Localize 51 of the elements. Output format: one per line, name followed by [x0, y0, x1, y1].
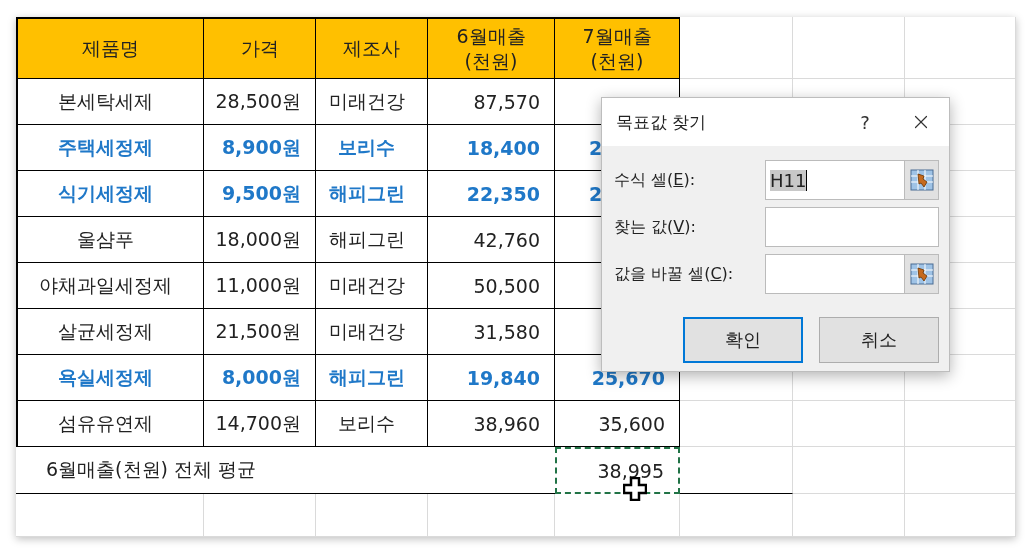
range-picker-button[interactable] [904, 161, 938, 199]
table-cell: 해피그린 [316, 171, 428, 217]
table-cell: 6월매출(천원) 전체 평균 [16, 447, 555, 494]
table-cell: 42,760 [428, 217, 555, 263]
column-header: 7월매출 (천원) [555, 17, 680, 79]
dialog-button[interactable]: 취소 [819, 317, 939, 363]
table-cell: 21,500원 [204, 309, 316, 355]
table-cell: 11,000원 [204, 263, 316, 309]
help-button[interactable]: ? [837, 102, 893, 142]
table-cell: 87,570 [428, 79, 555, 125]
table-cell: 35,600 [555, 401, 680, 447]
table-cell: 주택세정제 [16, 125, 204, 171]
table-cell: 보리수 [316, 125, 428, 171]
column-header: 가격 [204, 17, 316, 79]
table-cell: 해피그린 [316, 355, 428, 401]
table-cell: 8,000원 [204, 355, 316, 401]
table-cell: 욕실세정제 [16, 355, 204, 401]
table-cell: 본세탁세제 [16, 79, 204, 125]
table-cell: 미래건강 [316, 309, 428, 355]
table-cell: 야채과일세정제 [16, 263, 204, 309]
field-label: 값을 바꿀 셀(C): [614, 263, 734, 285]
input-field[interactable] [765, 207, 939, 247]
table-cell: 섬유유연제 [16, 401, 204, 447]
table-cell: 38,960 [428, 401, 555, 447]
table-cell: 22,350 [428, 171, 555, 217]
table-cell: 31,580 [428, 309, 555, 355]
range-picker-icon [909, 262, 934, 286]
table-cell: 8,900원 [204, 125, 316, 171]
table-cell: 살균세정제 [16, 309, 204, 355]
table-cell: 18,000원 [204, 217, 316, 263]
input-field[interactable] [765, 254, 939, 294]
column-header: 제품명 [16, 17, 204, 79]
table-cell: 14,700원 [204, 401, 316, 447]
table-cell: 28,500원 [204, 79, 316, 125]
table-cell: 울샴푸 [16, 217, 204, 263]
column-header: 6월매출 (천원) [428, 17, 555, 79]
table-cell: 미래건강 [316, 263, 428, 309]
field-label: 찾는 값(V): [614, 216, 696, 238]
table-cell: 식기세정제 [16, 171, 204, 217]
table-cell: 보리수 [316, 401, 428, 447]
input-field[interactable]: H11 [765, 160, 939, 200]
range-picker-button[interactable] [904, 255, 938, 293]
column-header: 제조사 [316, 17, 428, 79]
table-cell: 50,500 [428, 263, 555, 309]
table-cell: 9,500원 [204, 171, 316, 217]
table-cell: 18,400 [428, 125, 555, 171]
table-cell: 해피그린 [316, 217, 428, 263]
table-cell: 미래건강 [316, 79, 428, 125]
dialog-button[interactable]: 확인 [683, 317, 803, 363]
table-cell: 19,840 [428, 355, 555, 401]
range-picker-icon [909, 168, 934, 192]
